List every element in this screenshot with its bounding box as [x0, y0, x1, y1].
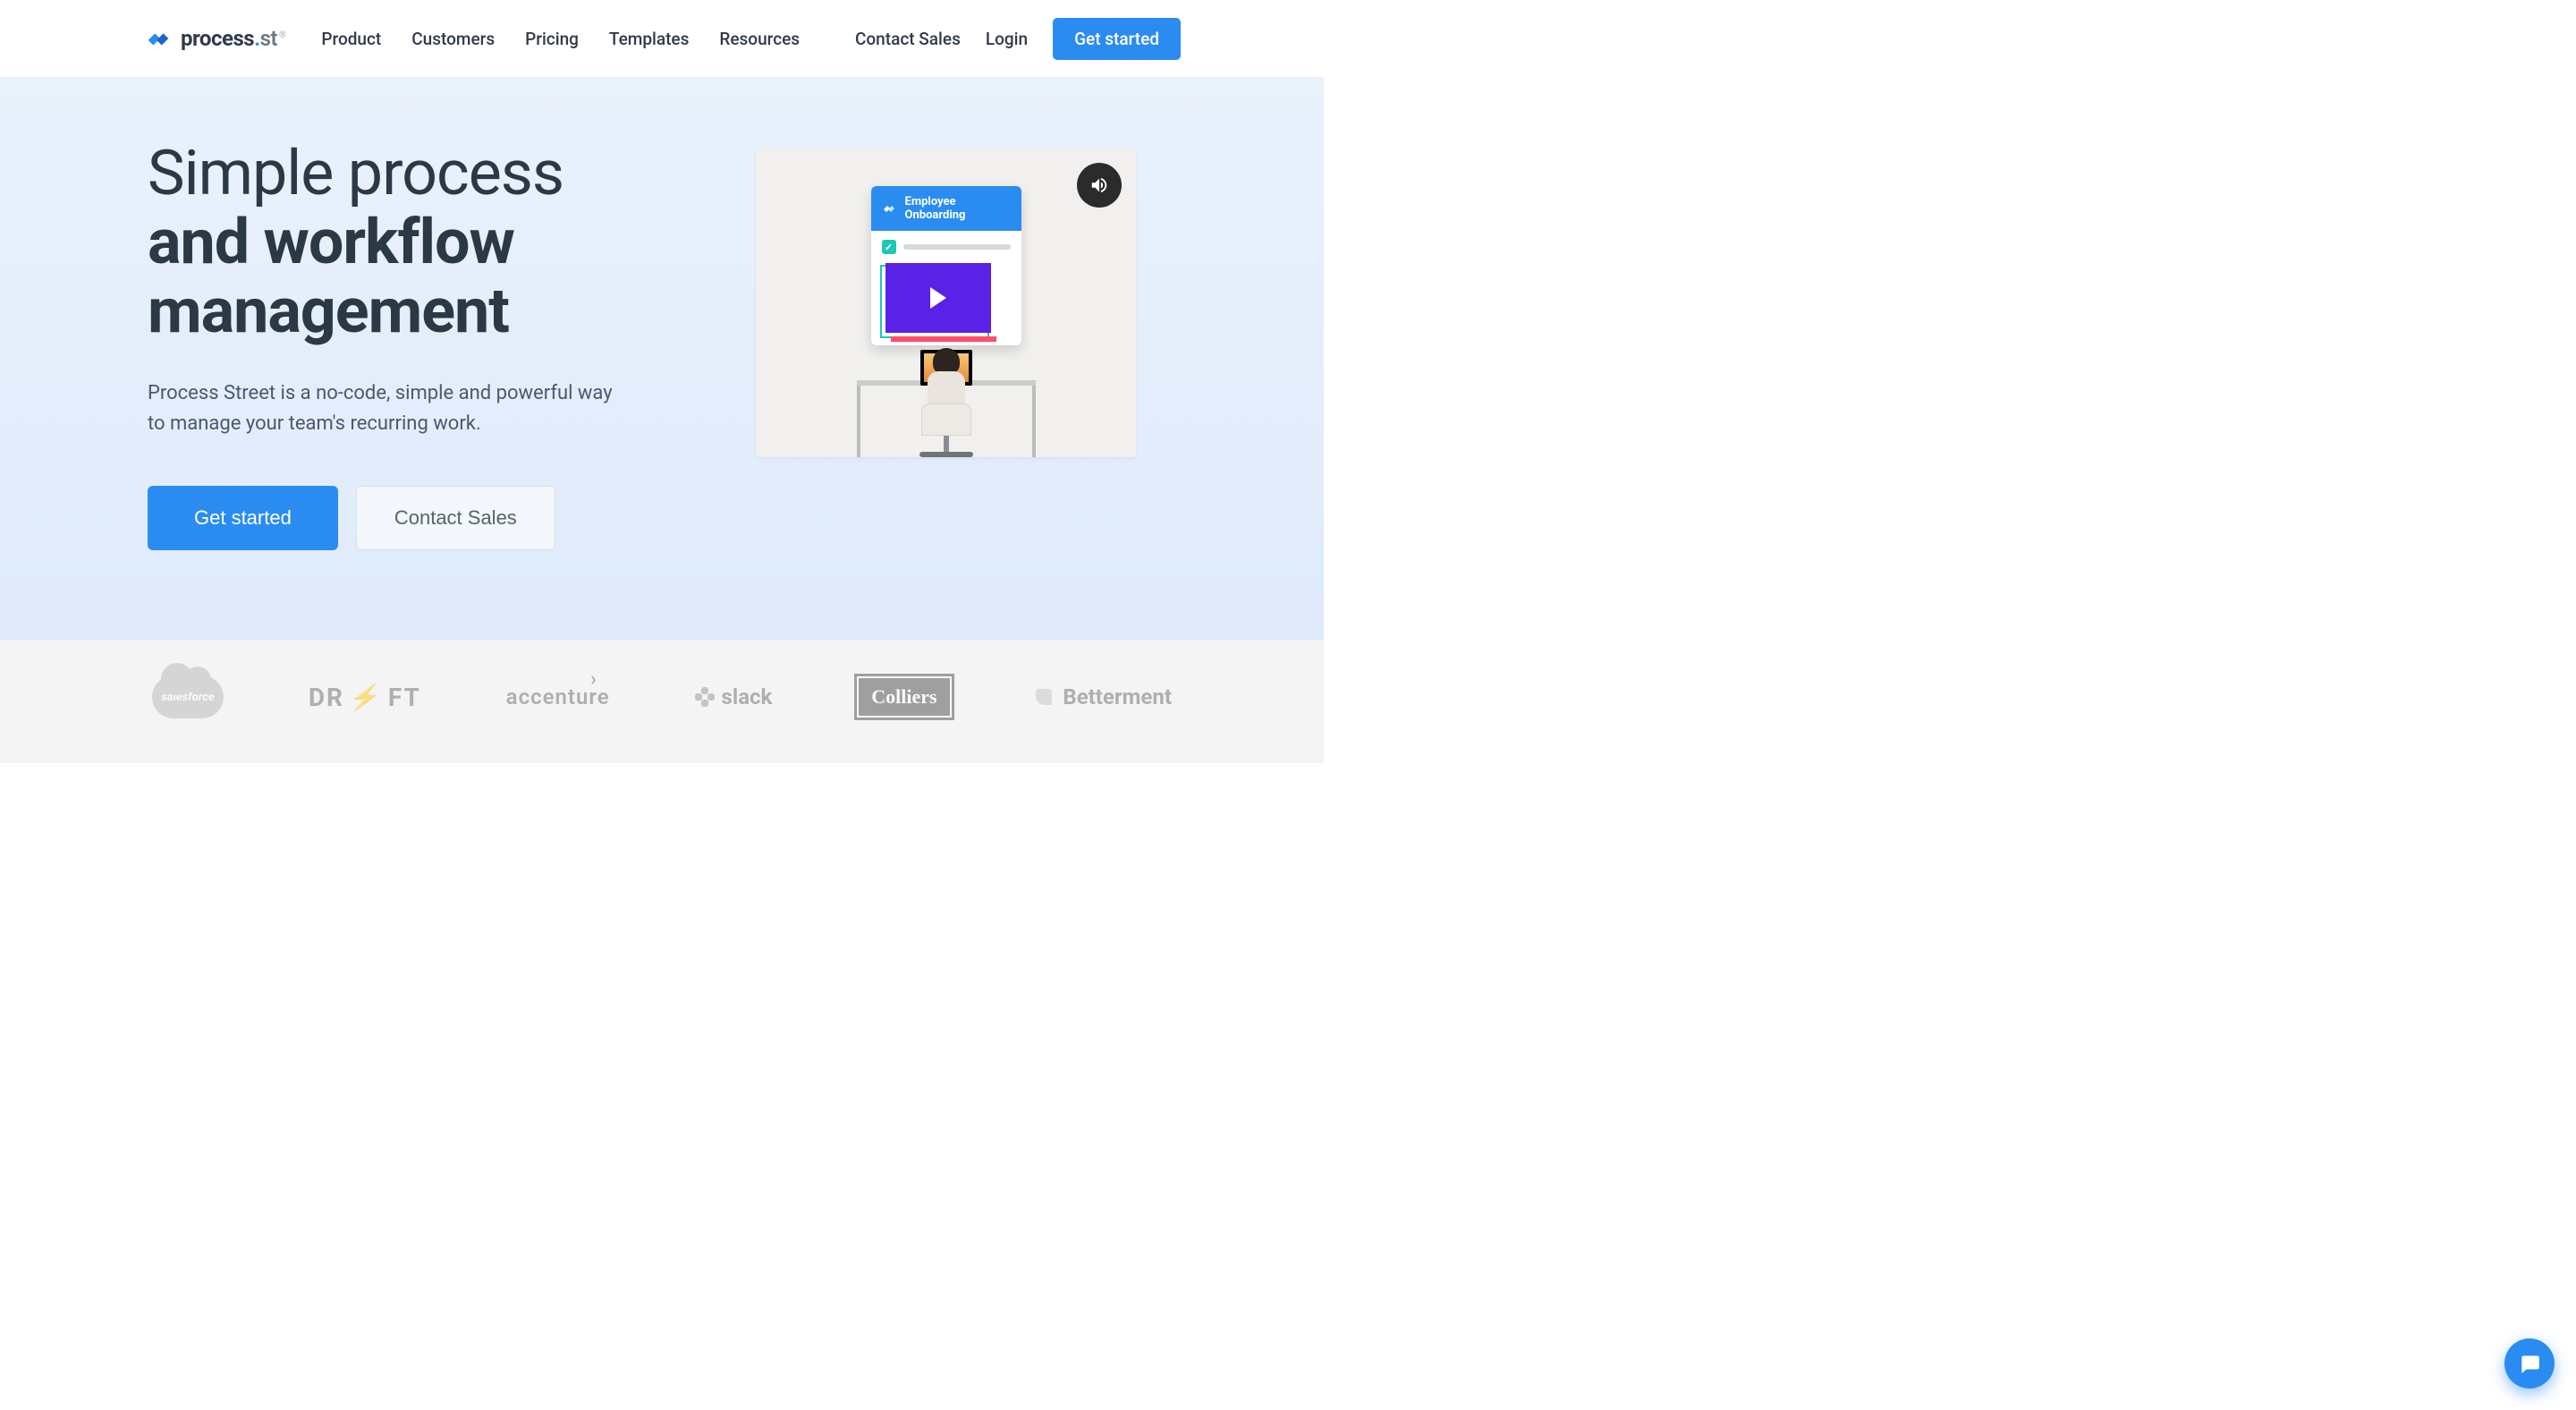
hero-ctas: Get started Contact Sales: [148, 486, 702, 550]
hero-headline: Simple process and workflow management: [148, 140, 702, 346]
brand-wordmark: process.st®: [181, 26, 285, 51]
nav-link-pricing[interactable]: Pricing: [525, 29, 579, 49]
top-nav: process.st® Product Customers Pricing Te…: [0, 0, 1324, 77]
card-header: Employee Onboarding: [871, 186, 1021, 231]
nav-right: Contact Sales Login Get started: [855, 18, 1181, 60]
customer-logos-band: salesforce DR⚡FT accenture slack Collier…: [0, 640, 1324, 763]
chat-launcher-button[interactable]: [2504, 1338, 2555, 1389]
logo-salesforce: salesforce: [152, 675, 224, 718]
nav-contact-sales[interactable]: Contact Sales: [855, 29, 961, 49]
hero-headline-line2: and workflow: [148, 206, 514, 279]
chat-icon: [2518, 1352, 2541, 1375]
nav-link-resources[interactable]: Resources: [719, 29, 800, 49]
logo-betterment: Betterment: [1036, 684, 1172, 709]
nav-link-product[interactable]: Product: [321, 29, 381, 49]
play-icon: [930, 287, 946, 309]
hero-get-started-button[interactable]: Get started: [148, 486, 338, 550]
brand-mark-small-icon: [882, 201, 896, 216]
video-checklist-card: Employee Onboarding: [871, 186, 1021, 345]
hero-headline-line1: Simple process: [148, 137, 564, 210]
nav-login[interactable]: Login: [986, 29, 1028, 49]
brand-mark-icon: [145, 25, 172, 52]
brand-logo[interactable]: process.st®: [145, 25, 285, 52]
card-title: Employee Onboarding: [905, 195, 966, 222]
primary-nav-links: Product Customers Pricing Templates Reso…: [321, 29, 855, 49]
hero-copy: Simple process and workflow management P…: [148, 140, 702, 550]
nav-link-customers[interactable]: Customers: [411, 29, 495, 49]
hero-video-preview[interactable]: Employee Onboarding: [756, 149, 1136, 457]
card-body: [871, 231, 1021, 345]
logo-slack: slack: [695, 684, 773, 709]
hero-section: Simple process and workflow management P…: [0, 77, 1324, 640]
logo-colliers: Colliers: [857, 676, 951, 718]
hero-contact-sales-button[interactable]: Contact Sales: [356, 486, 555, 550]
checked-task-icon: [882, 240, 896, 254]
audio-toggle-button[interactable]: [1077, 163, 1122, 208]
placeholder-line: [903, 244, 1011, 250]
nav-link-templates[interactable]: Templates: [609, 29, 689, 49]
hero-subhead: Process Street is a no-code, simple and …: [148, 378, 631, 439]
play-video-tile[interactable]: [886, 263, 991, 333]
illustration-desk: [857, 380, 1036, 457]
logo-drift: DR⚡FT: [309, 683, 421, 712]
nav-get-started-button[interactable]: Get started: [1053, 18, 1181, 60]
logo-accenture: accenture: [506, 684, 610, 709]
hero-headline-line3: management: [148, 275, 509, 348]
illustration-person: [915, 348, 978, 457]
volume-icon: [1089, 175, 1109, 195]
slack-icon: [695, 687, 715, 707]
